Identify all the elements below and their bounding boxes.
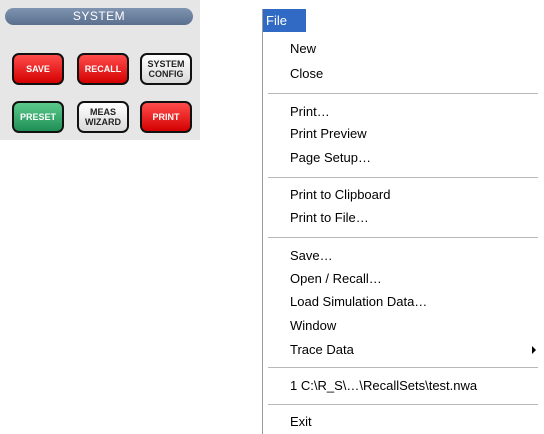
system-panel: SYSTEM SAVE RECALL SYSTEM CONFIG PRESET … — [0, 0, 200, 140]
preset-key[interactable]: PRESET — [12, 101, 64, 133]
meas-wizard-key-label: MEAS WIZARD — [85, 107, 121, 127]
submenu-arrow-icon — [532, 346, 536, 354]
menu-separator — [268, 177, 538, 178]
save-key[interactable]: SAVE — [12, 53, 64, 85]
menu-separator — [268, 367, 538, 368]
menu-separator — [268, 93, 538, 94]
panel-title: SYSTEM — [5, 8, 193, 25]
menu-item-open-recall[interactable]: Open / Recall… — [290, 271, 382, 287]
menu-item-close[interactable]: Close — [290, 66, 323, 82]
menu-item-trace-data[interactable]: Trace Data — [290, 342, 354, 358]
menu-item-new[interactable]: New — [290, 41, 316, 57]
menu-item-print[interactable]: Print… — [290, 104, 330, 120]
menu-separator — [268, 404, 538, 405]
preset-key-label: PRESET — [19, 112, 56, 122]
save-key-label: SAVE — [26, 64, 50, 74]
menu-item-recent-file[interactable]: 1 C:\R_S\…\RecallSets\test.nwa — [290, 378, 477, 394]
menu-item-save[interactable]: Save… — [290, 248, 333, 264]
menu-border — [262, 9, 263, 434]
menu-item-print-file[interactable]: Print to File… — [290, 210, 369, 226]
menu-item-page-setup[interactable]: Page Setup… — [290, 150, 371, 166]
menu-item-print-clipboard[interactable]: Print to Clipboard — [290, 187, 390, 203]
menu-item-window[interactable]: Window — [290, 318, 336, 334]
file-menu-title[interactable]: File — [263, 9, 306, 32]
print-key[interactable]: PRINT — [140, 101, 192, 133]
meas-wizard-key[interactable]: MEAS WIZARD — [77, 101, 129, 133]
recall-key[interactable]: RECALL — [77, 53, 129, 85]
menu-separator — [268, 237, 538, 238]
menu-item-exit[interactable]: Exit — [290, 414, 312, 430]
menu-item-load-simulation[interactable]: Load Simulation Data… — [290, 294, 427, 310]
file-menu: File New Close Print… Print Preview Page… — [262, 9, 544, 434]
print-key-label: PRINT — [152, 112, 180, 122]
system-config-key-label: SYSTEM CONFIG — [147, 59, 185, 79]
system-config-key[interactable]: SYSTEM CONFIG — [140, 53, 192, 85]
recall-key-label: RECALL — [84, 64, 122, 74]
menu-item-print-preview[interactable]: Print Preview — [290, 126, 367, 142]
